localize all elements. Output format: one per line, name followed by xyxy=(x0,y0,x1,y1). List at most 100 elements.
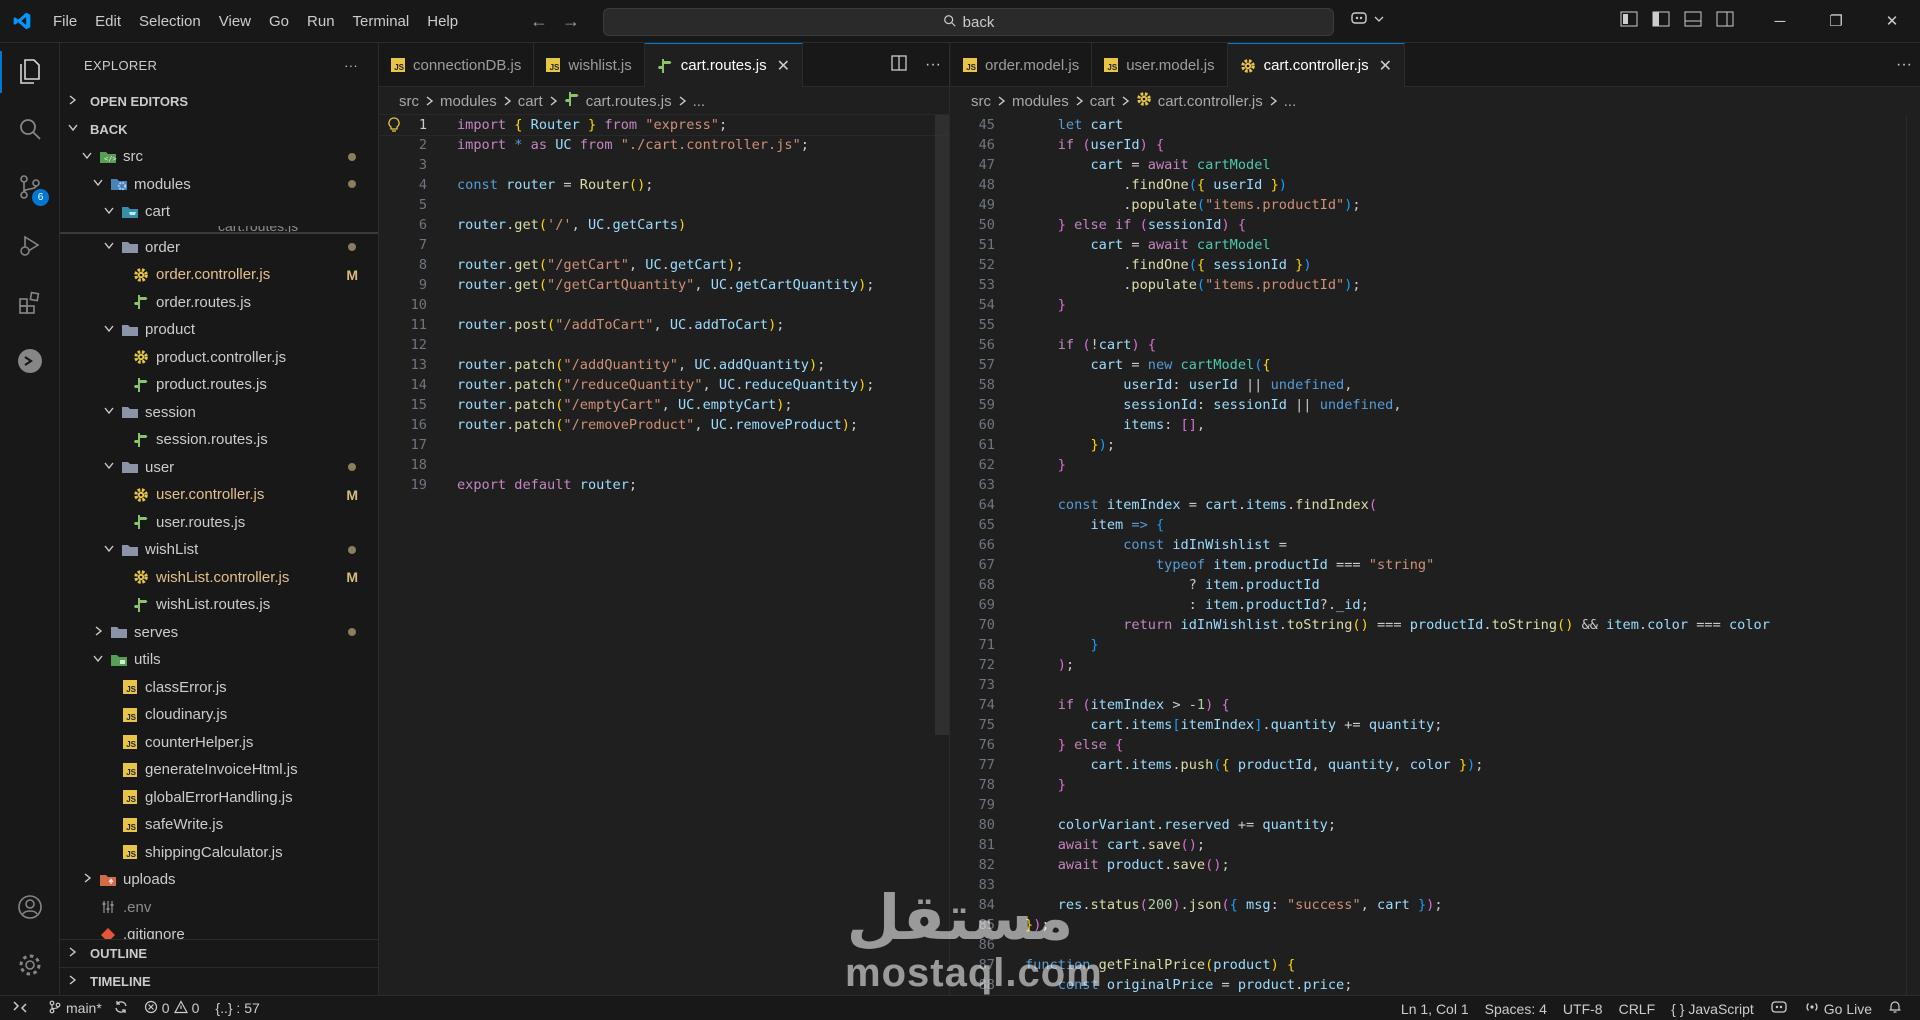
tree-file[interactable]: product.controller.js xyxy=(60,344,378,372)
tree-folder[interactable]: utils xyxy=(60,646,378,674)
menu-terminal[interactable]: Terminal xyxy=(344,0,419,43)
source-control-activity[interactable]: 6 xyxy=(0,159,60,217)
sticky-scroll-item[interactable]: cart.routes.js xyxy=(60,226,378,234)
right-vertical-scrollbar[interactable] xyxy=(1906,115,1920,995)
notifications-button[interactable] xyxy=(1880,1000,1910,1017)
menu-selection[interactable]: Selection xyxy=(130,0,210,43)
go-live-button[interactable]: Go Live xyxy=(1796,1000,1880,1017)
menu-view[interactable]: View xyxy=(210,0,260,43)
left-code-view[interactable]: 1 import { Router } from "express"; 2 impor… xyxy=(379,114,949,995)
language-mode[interactable]: { } JavaScript xyxy=(1663,1001,1762,1017)
tree-file[interactable]: product.routes.js xyxy=(60,371,378,399)
toggle-secondary-sidebar-icon[interactable] xyxy=(1716,11,1734,30)
tree-file[interactable]: wishList.controller.js M xyxy=(60,564,378,592)
tree-folder[interactable]: serves xyxy=(60,619,378,647)
remote-indicator[interactable] xyxy=(0,996,40,1020)
editor-tab[interactable]: JS connectionDB.js xyxy=(379,43,535,87)
tree-folder[interactable]: </> src xyxy=(60,143,378,171)
branch-indicator[interactable]: main* xyxy=(40,1000,136,1017)
breadcrumb-item[interactable]: cart.routes.js xyxy=(586,93,672,110)
tree-folder[interactable]: modules xyxy=(60,171,378,199)
menu-edit[interactable]: Edit xyxy=(86,0,130,43)
tree-folder[interactable]: product xyxy=(60,316,378,344)
customize-layout-icon[interactable] xyxy=(1620,11,1638,30)
brackets-indicator[interactable]: {..} : 57 xyxy=(207,1000,267,1016)
breadcrumb-item[interactable]: modules xyxy=(1012,93,1069,110)
problems-indicator[interactable]: 0 0 xyxy=(136,999,208,1017)
close-window-icon[interactable]: ✕ xyxy=(1864,0,1920,43)
end-of-line[interactable]: CRLF xyxy=(1611,1001,1664,1017)
editor-tab[interactable]: JS wishlist.js xyxy=(534,43,645,87)
breadcrumb-item[interactable]: ... xyxy=(1284,93,1297,110)
editor-tab[interactable]: cart.routes.js ✕ xyxy=(644,43,804,87)
indentation[interactable]: Spaces: 4 xyxy=(1477,1001,1555,1017)
menu-help[interactable]: Help xyxy=(418,0,467,43)
copilot-status[interactable] xyxy=(1762,1000,1796,1017)
menu-go[interactable]: Go xyxy=(260,0,298,43)
tree-file[interactable]: session.routes.js xyxy=(60,426,378,454)
forward-arrow-icon[interactable]: → xyxy=(562,10,580,32)
close-icon[interactable]: ✕ xyxy=(777,56,790,76)
accounts-activity[interactable] xyxy=(0,879,60,937)
tree-file[interactable]: order.controller.js M xyxy=(60,261,378,289)
breadcrumb-item[interactable]: cart xyxy=(1090,93,1115,110)
close-icon[interactable]: ✕ xyxy=(1379,56,1392,76)
extensions-activity[interactable] xyxy=(0,275,60,333)
minimize-icon[interactable]: ─ xyxy=(1752,0,1808,43)
more-actions-icon[interactable]: ··· xyxy=(925,56,941,74)
restore-icon[interactable]: ❐ xyxy=(1808,0,1864,43)
tree-file[interactable]: user.controller.js M xyxy=(60,481,378,509)
tree-folder[interactable]: uploads xyxy=(60,866,378,894)
breadcrumb-item[interactable]: src xyxy=(399,93,419,110)
encoding[interactable]: UTF-8 xyxy=(1555,1001,1611,1017)
back-arrow-icon[interactable]: ← xyxy=(530,10,548,32)
breadcrumb-item[interactable]: cart xyxy=(518,93,543,110)
timeline-section[interactable]: TIMELINE xyxy=(60,967,378,995)
command-center-search[interactable]: back xyxy=(603,8,1334,36)
copilot-menu[interactable] xyxy=(1350,10,1384,29)
tree-file[interactable]: JS cloudinary.js xyxy=(60,701,378,729)
open-editors-section[interactable]: OPEN EDITORS xyxy=(60,87,378,115)
outline-section[interactable]: OUTLINE xyxy=(60,939,378,967)
tree-file[interactable]: JS safeWrite.js xyxy=(60,811,378,839)
tree-folder[interactable]: wishList xyxy=(60,536,378,564)
menu-run[interactable]: Run xyxy=(298,0,344,43)
breadcrumb-item[interactable]: modules xyxy=(440,93,497,110)
breadcrumb-item[interactable]: cart.controller.js xyxy=(1158,93,1263,110)
cursor-position[interactable]: Ln 1, Col 1 xyxy=(1393,1001,1477,1017)
breadcrumb-item[interactable]: src xyxy=(971,93,991,110)
tree-file[interactable]: wishList.routes.js xyxy=(60,591,378,619)
more-actions-icon[interactable]: ··· xyxy=(1896,56,1912,74)
tree-folder[interactable]: cart xyxy=(60,198,378,226)
menu-file[interactable]: File xyxy=(44,0,86,43)
workspace-root-section[interactable]: BACK xyxy=(60,115,378,143)
split-editor-icon[interactable] xyxy=(891,54,907,76)
sync-icon[interactable] xyxy=(114,1000,128,1017)
run-debug-activity[interactable] xyxy=(0,217,60,275)
tree-file[interactable]: .env xyxy=(60,894,378,922)
left-vertical-scrollbar[interactable] xyxy=(935,115,949,735)
tree-file[interactable]: user.routes.js xyxy=(60,509,378,537)
search-activity[interactable] xyxy=(0,101,60,159)
tree-file[interactable]: JS generateInvoiceHtml.js xyxy=(60,756,378,784)
manage-activity[interactable] xyxy=(0,937,60,995)
tree-file[interactable]: JS shippingCalculator.js xyxy=(60,839,378,867)
tree-folder[interactable]: user xyxy=(60,454,378,482)
editor-tab[interactable]: cart.controller.js ✕ xyxy=(1227,43,1406,87)
toggle-panel-icon[interactable] xyxy=(1684,11,1702,30)
explorer-activity[interactable] xyxy=(0,43,60,101)
lightbulb-icon[interactable] xyxy=(387,117,401,133)
right-code-view[interactable]: 45 let cart 46 if (userId) {47 cart = awa… xyxy=(951,115,1920,995)
editor-tab[interactable]: JS order.model.js xyxy=(951,43,1093,87)
more-actions-icon[interactable]: ··· xyxy=(344,58,358,73)
tree-file[interactable]: JS globalErrorHandling.js xyxy=(60,784,378,812)
remote-explorer-activity[interactable] xyxy=(0,333,60,391)
tree-file[interactable]: order.routes.js xyxy=(60,289,378,317)
tree-folder[interactable]: session xyxy=(60,399,378,427)
editor-tab[interactable]: JS user.model.js xyxy=(1092,43,1228,87)
tree-file[interactable]: JS counterHelper.js xyxy=(60,729,378,757)
breadcrumb-item[interactable]: ... xyxy=(693,93,706,110)
tree-file[interactable]: JS classError.js xyxy=(60,674,378,702)
toggle-primary-sidebar-icon[interactable] xyxy=(1652,11,1670,30)
tree-folder[interactable]: order xyxy=(60,234,378,262)
